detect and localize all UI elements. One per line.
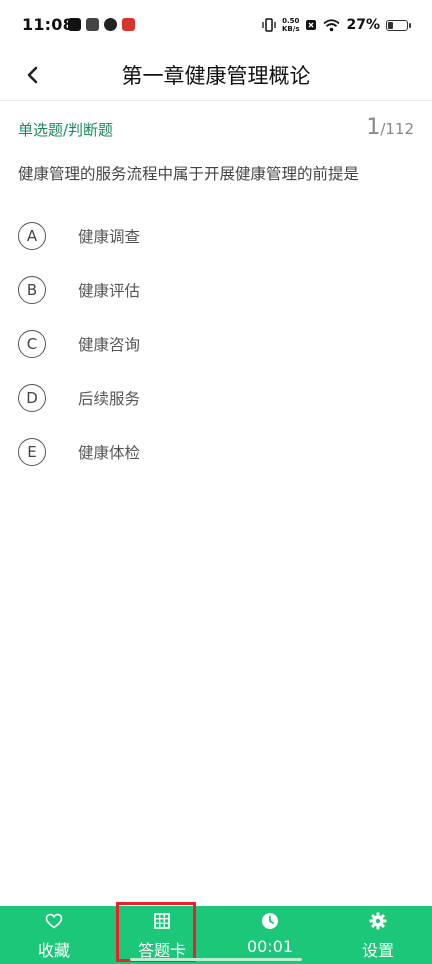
app-notification-icon	[86, 18, 99, 31]
clock-icon	[262, 913, 278, 929]
battery-level	[388, 21, 393, 29]
option-a[interactable]: A 健康调查	[18, 209, 140, 263]
bottom-toolbar: 收藏 答题卡 00:01 设置	[0, 906, 432, 964]
option-c[interactable]: C 健康咨询	[18, 317, 140, 371]
question-counter: 1/112	[366, 115, 414, 140]
network-speed: 0.50 KB/s	[282, 17, 299, 33]
option-label: 健康体检	[78, 444, 141, 462]
status-right: 0.50 KB/s 27%	[262, 15, 411, 35]
option-label: 健康咨询	[78, 336, 141, 354]
timer-button[interactable]: 00:01	[216, 906, 324, 964]
option-e[interactable]: E 健康体检	[18, 425, 140, 479]
status-time: 11:08	[22, 15, 74, 34]
option-b[interactable]: B 健康评估	[18, 263, 140, 317]
app-header: 第一章健康管理概论	[0, 50, 432, 101]
vibrate-icon	[262, 18, 276, 32]
gesture-bar[interactable]	[130, 958, 302, 961]
option-letter: B	[18, 276, 46, 304]
option-letter: D	[18, 384, 46, 412]
network-speed-value: 0.50	[282, 17, 300, 25]
favorite-label: 收藏	[37, 941, 70, 960]
highlight-box	[116, 902, 196, 962]
app-notification-icon	[104, 18, 117, 31]
favorite-button[interactable]: 收藏	[0, 906, 108, 964]
option-letter: A	[18, 222, 46, 250]
battery-icon	[386, 19, 411, 31]
question-total: /112	[380, 120, 414, 138]
battery-percent: 27%	[346, 17, 380, 33]
timer-label: 00:01	[246, 937, 294, 956]
status-bar: 11:08 0.50 KB/s 27%	[0, 0, 432, 50]
settings-label: 设置	[361, 941, 394, 960]
option-label: 健康调查	[78, 228, 141, 246]
tiktok-icon	[68, 18, 81, 31]
wifi-icon	[323, 18, 341, 31]
question-type: 单选题/判断题	[18, 121, 114, 139]
network-speed-unit: KB/s	[282, 25, 300, 33]
no-sim-icon	[306, 20, 317, 30]
option-label: 健康评估	[78, 282, 141, 300]
app-notification-icon	[122, 18, 135, 31]
question-current: 1	[366, 115, 381, 140]
page-title: 第一章健康管理概论	[121, 64, 311, 88]
option-letter: E	[18, 438, 46, 466]
heart-icon	[45, 913, 63, 929]
option-label: 后续服务	[78, 390, 141, 408]
settings-button[interactable]: 设置	[324, 906, 432, 964]
option-letter: C	[18, 330, 46, 358]
gear-icon	[369, 912, 387, 930]
question-text: 健康管理的服务流程中属于开展健康管理的前提是	[18, 165, 360, 183]
option-d[interactable]: D 后续服务	[18, 371, 140, 425]
answer-options: A 健康调查 B 健康评估 C 健康咨询 D 后续服务 E 健康体检	[18, 209, 140, 479]
